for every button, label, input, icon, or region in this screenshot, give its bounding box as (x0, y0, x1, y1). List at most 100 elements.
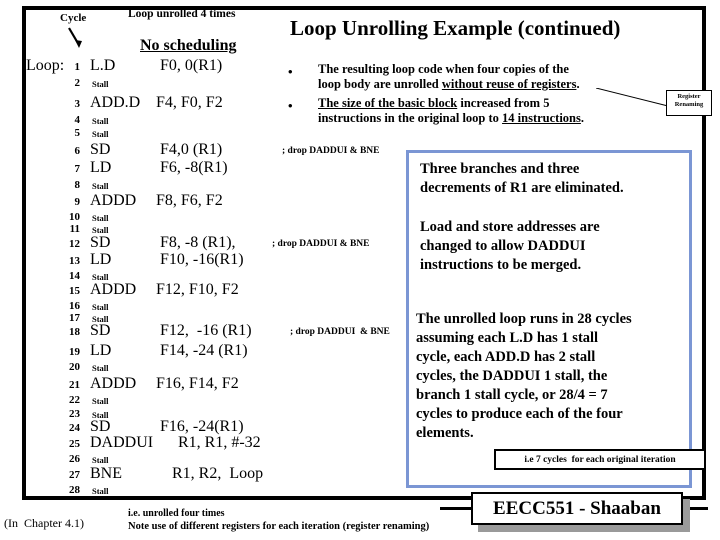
slide-canvas: Cycle Loop unrolled 4 times No schedulin… (0, 0, 720, 540)
code-stall-marker: Stall (92, 396, 109, 406)
code-cycle-number: 16 (69, 300, 80, 312)
code-operands: F8, -8 (R1), (160, 234, 236, 251)
code-operands: F16, F14, F2 (156, 375, 239, 392)
cycle-column-label: Cycle (60, 12, 87, 24)
code-cycle-number: 7 (74, 163, 81, 175)
code-opcode: ADDD (90, 281, 137, 298)
code-cycle-number: 10 (69, 211, 80, 223)
register-renaming-callout: Register Renaming (666, 90, 712, 116)
code-comment: ; drop DADDUI & BNE (282, 146, 380, 156)
code-operands: F4,0 (R1) (160, 141, 223, 158)
code-opcode: ADD.D (90, 94, 141, 111)
code-opcode: SD (90, 322, 111, 339)
code-cycle-number: 13 (69, 255, 80, 267)
code-stall-marker: Stall (92, 79, 109, 89)
course-footer-text: EECC551 - Shaaban (493, 497, 661, 519)
code-opcode: BNE (90, 465, 122, 482)
code-cycle-number: 25 (69, 438, 80, 450)
code-cycle-number: 26 (69, 453, 80, 465)
code-operands: F4, F0, F2 (156, 94, 223, 111)
code-operands: F12, -16 (R1) (160, 322, 252, 339)
code-stall-marker: Stall (92, 455, 109, 465)
code-cycle-number: 12 (69, 238, 80, 250)
code-operands: F8, F6, F2 (156, 192, 223, 209)
bullet-2-line1-underline: The size of the basic block (318, 96, 458, 110)
code-cycle-number: 9 (74, 196, 81, 208)
code-cycle-number: 2 (74, 77, 81, 89)
bullet-1-line2-post: . (576, 77, 580, 91)
code-operands: F0, 0(R1) (160, 57, 223, 74)
code-cycle-number: 5 (74, 127, 81, 139)
footer-rule-left (440, 507, 473, 510)
callout-line-1: Register (677, 93, 701, 100)
bullet-2-line2-post: . (580, 111, 584, 125)
code-cycle-number: 18 (69, 326, 80, 338)
code-operands: F10, -16(R1) (160, 251, 244, 268)
code-cycle-number: 1 (74, 61, 81, 73)
code-opcode: LD (90, 159, 112, 176)
page-title: Loop Unrolling Example (continued) (290, 16, 621, 40)
no-scheduling-label: No scheduling (140, 37, 237, 54)
ie-unrolled-note: i.e. unrolled four times (128, 508, 225, 519)
code-cycle-number: 21 (69, 379, 80, 391)
code-cycle-number: 14 (69, 270, 80, 282)
code-opcode: L.D (90, 57, 116, 74)
code-opcode: DADDUI (90, 434, 154, 451)
chapter-reference: (In Chapter 4.1) (4, 516, 84, 530)
code-cycle-number: 24 (69, 422, 80, 434)
code-cycle-number: 20 (69, 361, 80, 373)
code-operands: F12, F10, F2 (156, 281, 239, 298)
note-text-2: Load and store addresses are changed to … (420, 219, 600, 273)
code-cycle-number: 19 (69, 346, 80, 358)
code-opcode: ADDD (90, 375, 137, 392)
code-comment: ; drop DADDUI & BNE (290, 327, 390, 337)
code-stall-marker: Stall (92, 363, 109, 373)
code-cycle-number: 27 (69, 469, 80, 481)
bullet-1-line2-pre: loop body are unrolled (318, 77, 442, 91)
code-opcode: SD (90, 141, 111, 158)
code-operands: R1, R1, #-32 (178, 434, 261, 451)
code-stall-marker: Stall (92, 181, 109, 191)
bullet-2-line1-post: increased from 5 (457, 96, 550, 110)
callout-leader-line (596, 88, 669, 107)
code-cycle-number: 4 (74, 114, 81, 126)
bullet-2-line2-underline: 14 instructions (502, 111, 581, 125)
code-opcode: SD (90, 234, 111, 251)
ie-cycles-box: i.e 7 cycles for each original iteration (494, 449, 706, 470)
code-stall-marker: Stall (92, 129, 109, 139)
cycle-arrow-icon (68, 27, 82, 48)
bullet-1-line1: The resulting loop code when four copies… (318, 62, 569, 76)
code-cycle-number: 3 (74, 98, 81, 110)
code-stall-marker: Stall (92, 213, 109, 223)
bullet-text-1: The resulting loop code when four copies… (318, 62, 638, 92)
bullet-marker-2: • (288, 98, 293, 113)
code-cycle-number: 23 (69, 408, 80, 420)
course-footer-box: EECC551 - Shaaban (471, 492, 683, 525)
code-cycle-number: 15 (69, 285, 80, 297)
code-opcode: ADDD (90, 192, 137, 209)
code-operands: F14, -24 (R1) (160, 342, 248, 359)
code-stall-marker: Stall (92, 116, 109, 126)
code-comment: ; drop DADDUI & BNE (272, 239, 370, 249)
bullet-marker-1: • (288, 64, 293, 79)
code-operands: F6, -8(R1) (160, 159, 228, 176)
register-renaming-note: Note use of different registers for each… (128, 521, 430, 532)
code-cycle-number: 6 (74, 145, 81, 157)
code-opcode: LD (90, 342, 112, 359)
bullet-1-line2-underline: without reuse of registers (441, 77, 577, 91)
ie-cycles-text: i.e 7 cycles for each original iteration (524, 454, 676, 465)
note-text-3: The unrolled loop runs in 28 cycles assu… (416, 311, 632, 441)
loop-unrolled-label: Loop unrolled 4 times (128, 8, 236, 20)
note-text-1: Three branches and three decrements of R… (420, 161, 624, 196)
code-cycle-number: 28 (69, 484, 80, 496)
code-cycle-number: 17 (69, 312, 80, 324)
callout-line-2: Renaming (674, 101, 704, 108)
code-stall-marker: Stall (92, 486, 109, 496)
code-opcode: LD (90, 251, 112, 268)
code-operands: R1, R2, Loop (172, 465, 264, 482)
code-cycle-number: 8 (74, 179, 81, 191)
code-cycle-number: 22 (69, 394, 80, 406)
code-cycle-number: 11 (69, 223, 80, 235)
code-stall-marker: Stall (92, 302, 109, 312)
bullet-2-line2-pre: instructions in the original loop to (318, 111, 503, 125)
